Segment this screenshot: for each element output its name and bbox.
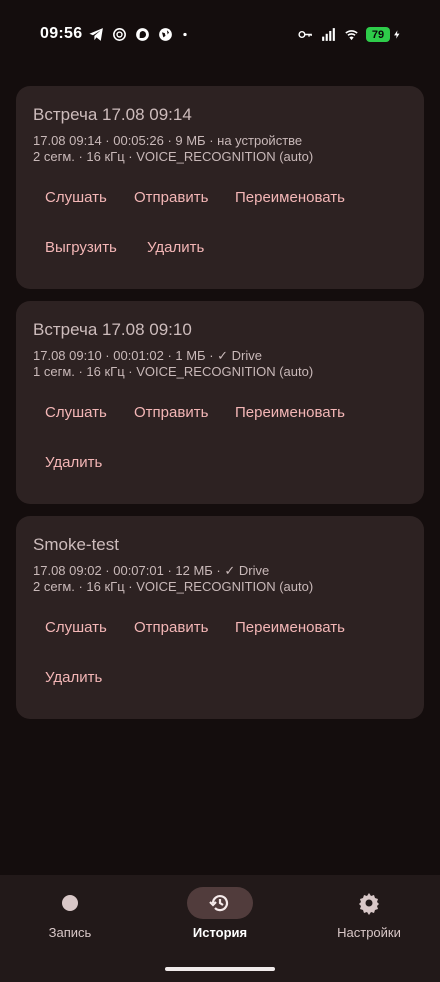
chatgpt-icon <box>113 28 126 41</box>
recording-title: Встреча 17.08 09:10 <box>33 320 192 339</box>
recording-card: Smoke-test 17.08 09:02 · 00:07:01 · 12 М… <box>16 516 424 719</box>
listen-button[interactable]: Слушать <box>45 404 107 421</box>
nav-pill <box>37 887 103 919</box>
nav-label-history: История <box>192 925 248 940</box>
listen-button[interactable]: Слушать <box>45 619 107 636</box>
nav-pill-active <box>187 887 253 919</box>
send-button[interactable]: Отправить <box>134 189 208 206</box>
nav-label-settings: Настройки <box>337 925 401 940</box>
record-dot-icon <box>62 895 78 911</box>
nav-label-record: Запись <box>48 925 92 940</box>
recording-meta: 17.08 09:10 · 00:01:02 · 1 МБ · ✓ Drive <box>33 348 262 363</box>
cellular-icon <box>322 28 335 41</box>
rename-button[interactable]: Переименовать <box>235 619 345 636</box>
recording-tech-info: 2 сегм. · 16 кГц · VOICE_RECOGNITION (au… <box>33 579 314 594</box>
recording-card: Встреча 17.08 09:14 17.08 09:14 · 00:05:… <box>16 86 424 289</box>
globe-app-icon <box>159 28 172 41</box>
recording-title: Smoke-test <box>33 535 119 554</box>
listen-button[interactable]: Слушать <box>45 189 107 206</box>
recording-card: Встреча 17.08 09:10 17.08 09:10 · 00:01:… <box>16 301 424 504</box>
telegram-icon <box>89 28 103 41</box>
nav-pill <box>336 887 402 919</box>
dot-icon <box>183 32 187 37</box>
battery-icon: 79 <box>366 27 390 42</box>
key-icon <box>298 30 312 39</box>
rename-button[interactable]: Переименовать <box>235 404 345 421</box>
nav-item-history[interactable]: История <box>147 875 293 982</box>
gear-icon <box>359 893 379 915</box>
recording-meta: 17.08 09:02 · 00:07:01 · 12 МБ · ✓ Drive <box>33 563 270 578</box>
bottom-navigation: Запись История Настройки <box>0 875 440 982</box>
recording-tech-info: 1 сегм. · 16 кГц · VOICE_RECOGNITION (au… <box>33 364 314 379</box>
status-time: 09:56 <box>40 25 83 42</box>
status-bar: 09:56 79 <box>0 0 440 70</box>
recording-tech-info: 2 сегм. · 16 кГц · VOICE_RECOGNITION (au… <box>33 149 314 164</box>
home-indicator[interactable] <box>165 967 275 971</box>
charging-icon <box>394 30 400 39</box>
nav-item-record[interactable]: Запись <box>0 875 143 982</box>
upload-button[interactable]: Выгрузить <box>45 239 117 256</box>
wifi-icon <box>345 30 358 41</box>
send-button[interactable]: Отправить <box>134 619 208 636</box>
recording-title: Встреча 17.08 09:14 <box>33 105 192 124</box>
system-icons: 79 <box>297 26 402 43</box>
delete-button[interactable]: Удалить <box>147 239 204 256</box>
send-button[interactable]: Отправить <box>134 404 208 421</box>
rename-button[interactable]: Переименовать <box>235 189 345 206</box>
notification-icons <box>88 26 190 43</box>
signal-app-icon <box>136 28 149 41</box>
recording-meta: 17.08 09:14 · 00:05:26 · 9 МБ · на устро… <box>33 133 303 148</box>
delete-button[interactable]: Удалить <box>45 454 102 471</box>
delete-button[interactable]: Удалить <box>45 669 102 686</box>
history-icon <box>209 895 229 912</box>
nav-item-settings[interactable]: Настройки <box>296 875 440 982</box>
